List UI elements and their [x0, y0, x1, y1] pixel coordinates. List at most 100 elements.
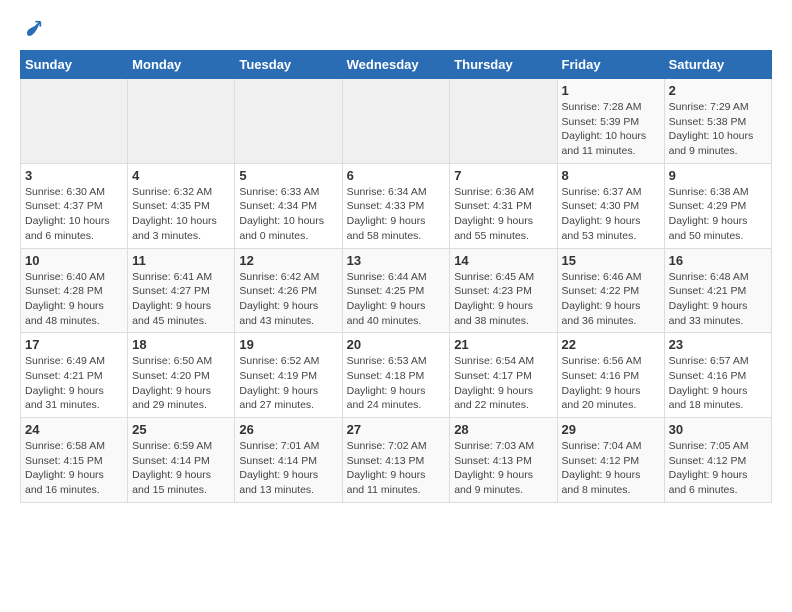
day-number: 13 — [347, 253, 446, 268]
day-info-text: Sunrise: 7:02 AM Sunset: 4:13 PM Dayligh… — [347, 439, 446, 498]
day-info-text: Sunrise: 6:53 AM Sunset: 4:18 PM Dayligh… — [347, 354, 446, 413]
calendar-cell: 22Sunrise: 6:56 AM Sunset: 4:16 PM Dayli… — [557, 333, 664, 418]
day-info-text: Sunrise: 6:38 AM Sunset: 4:29 PM Dayligh… — [669, 185, 767, 244]
day-info-text: Sunrise: 7:03 AM Sunset: 4:13 PM Dayligh… — [454, 439, 552, 498]
calendar-cell: 14 Sunrise: 6:45 AM Sunset: 4:23 PM Dayli… — [450, 248, 557, 333]
calendar-cell: 16 Sunrise: 6:48 AM Sunset: 4:21 PM Dayli… — [664, 248, 771, 333]
day-info-text: Sunrise: 6:33 AM Sunset: 4:34 PM Dayligh… — [239, 185, 337, 244]
day-number: 1 — [562, 83, 660, 98]
calendar-cell: 25 Sunrise: 6:59 AM Sunset: 4:14 PM Dayli… — [128, 418, 235, 503]
day-info-text: Sunrise: 6:30 AM Sunset: 4:37 PM Dayligh… — [25, 185, 123, 244]
calendar-cell — [128, 79, 235, 164]
day-number: 28 — [454, 422, 552, 437]
calendar-header-friday: Friday — [557, 51, 664, 79]
calendar-cell: 2 Sunrise: 7:29 AM Sunset: 5:38 PM Daylig… — [664, 79, 771, 164]
day-number: 15 — [562, 253, 660, 268]
day-number: 4 — [132, 168, 230, 183]
calendar-header-thursday: Thursday — [450, 51, 557, 79]
day-number: 11 — [132, 253, 230, 268]
day-info-text: Sunrise: 6:46 AM Sunset: 4:22 PM Dayligh… — [562, 270, 660, 329]
calendar-cell: 7 Sunrise: 6:36 AM Sunset: 4:31 PM Daylig… — [450, 163, 557, 248]
calendar-cell: 13 Sunrise: 6:44 AM Sunset: 4:25 PM Dayli… — [342, 248, 450, 333]
day-info-text: Sunrise: 6:37 AM Sunset: 4:30 PM Dayligh… — [562, 185, 660, 244]
calendar-body: 1Sunrise: 7:28 AM Sunset: 5:39 PM Daylig… — [21, 79, 772, 503]
calendar-cell: 19 Sunrise: 6:52 AM Sunset: 4:19 PM Dayli… — [235, 333, 342, 418]
calendar-cell: 11 Sunrise: 6:41 AM Sunset: 4:27 PM Dayli… — [128, 248, 235, 333]
calendar-cell: 3 Sunrise: 6:30 AM Sunset: 4:37 PM Daylig… — [21, 163, 128, 248]
day-info-text: Sunrise: 6:48 AM Sunset: 4:21 PM Dayligh… — [669, 270, 767, 329]
day-info-text: Sunrise: 6:40 AM Sunset: 4:28 PM Dayligh… — [25, 270, 123, 329]
calendar-header-sunday: Sunday — [21, 51, 128, 79]
calendar-cell: 18 Sunrise: 6:50 AM Sunset: 4:20 PM Dayli… — [128, 333, 235, 418]
calendar-cell: 6Sunrise: 6:34 AM Sunset: 4:33 PM Daylig… — [342, 163, 450, 248]
day-number: 7 — [454, 168, 552, 183]
day-info-text: Sunrise: 6:44 AM Sunset: 4:25 PM Dayligh… — [347, 270, 446, 329]
day-number: 10 — [25, 253, 123, 268]
day-info-text: Sunrise: 6:45 AM Sunset: 4:23 PM Dayligh… — [454, 270, 552, 329]
day-info-text: Sunrise: 6:58 AM Sunset: 4:15 PM Dayligh… — [25, 439, 123, 498]
calendar-cell: 5 Sunrise: 6:33 AM Sunset: 4:34 PM Daylig… — [235, 163, 342, 248]
day-info-text: Sunrise: 6:59 AM Sunset: 4:14 PM Dayligh… — [132, 439, 230, 498]
day-number: 21 — [454, 337, 552, 352]
day-info-text: Sunrise: 7:04 AM Sunset: 4:12 PM Dayligh… — [562, 439, 660, 498]
calendar-cell: 30Sunrise: 7:05 AM Sunset: 4:12 PM Dayli… — [664, 418, 771, 503]
day-number: 20 — [347, 337, 446, 352]
day-number: 24 — [25, 422, 123, 437]
day-number: 17 — [25, 337, 123, 352]
calendar-cell: 17 Sunrise: 6:49 AM Sunset: 4:21 PM Dayli… — [21, 333, 128, 418]
day-info-text: Sunrise: 6:50 AM Sunset: 4:20 PM Dayligh… — [132, 354, 230, 413]
day-info-text: Sunrise: 6:49 AM Sunset: 4:21 PM Dayligh… — [25, 354, 123, 413]
day-number: 18 — [132, 337, 230, 352]
day-number: 19 — [239, 337, 337, 352]
day-info-text: Sunrise: 6:32 AM Sunset: 4:35 PM Dayligh… — [132, 185, 230, 244]
logo — [20, 20, 42, 40]
calendar-cell: 9Sunrise: 6:38 AM Sunset: 4:29 PM Daylig… — [664, 163, 771, 248]
day-number: 8 — [562, 168, 660, 183]
calendar-cell: 23 Sunrise: 6:57 AM Sunset: 4:16 PM Dayli… — [664, 333, 771, 418]
calendar-cell: 1Sunrise: 7:28 AM Sunset: 5:39 PM Daylig… — [557, 79, 664, 164]
calendar-header-tuesday: Tuesday — [235, 51, 342, 79]
day-number: 16 — [669, 253, 767, 268]
day-number: 6 — [347, 168, 446, 183]
calendar-cell: 20 Sunrise: 6:53 AM Sunset: 4:18 PM Dayli… — [342, 333, 450, 418]
day-number: 2 — [669, 83, 767, 98]
calendar-week-row: 3 Sunrise: 6:30 AM Sunset: 4:37 PM Daylig… — [21, 163, 772, 248]
calendar-cell: 28 Sunrise: 7:03 AM Sunset: 4:13 PM Dayli… — [450, 418, 557, 503]
page-header — [20, 20, 772, 40]
logo-bird-icon — [22, 20, 42, 40]
day-info-text: Sunrise: 7:29 AM Sunset: 5:38 PM Dayligh… — [669, 100, 767, 159]
calendar-header-monday: Monday — [128, 51, 235, 79]
day-info-text: Sunrise: 6:41 AM Sunset: 4:27 PM Dayligh… — [132, 270, 230, 329]
day-number: 25 — [132, 422, 230, 437]
calendar-header-wednesday: Wednesday — [342, 51, 450, 79]
day-info-text: Sunrise: 7:05 AM Sunset: 4:12 PM Dayligh… — [669, 439, 767, 498]
calendar-cell: 26 Sunrise: 7:01 AM Sunset: 4:14 PM Dayli… — [235, 418, 342, 503]
day-info-text: Sunrise: 6:36 AM Sunset: 4:31 PM Dayligh… — [454, 185, 552, 244]
day-info-text: Sunrise: 7:01 AM Sunset: 4:14 PM Dayligh… — [239, 439, 337, 498]
calendar-table: SundayMondayTuesdayWednesdayThursdayFrid… — [20, 50, 772, 503]
day-info-text: Sunrise: 6:52 AM Sunset: 4:19 PM Dayligh… — [239, 354, 337, 413]
calendar-cell — [342, 79, 450, 164]
calendar-cell — [235, 79, 342, 164]
day-number: 3 — [25, 168, 123, 183]
calendar-cell: 24 Sunrise: 6:58 AM Sunset: 4:15 PM Dayli… — [21, 418, 128, 503]
day-info-text: Sunrise: 6:54 AM Sunset: 4:17 PM Dayligh… — [454, 354, 552, 413]
day-number: 27 — [347, 422, 446, 437]
day-number: 26 — [239, 422, 337, 437]
calendar-week-row: 1Sunrise: 7:28 AM Sunset: 5:39 PM Daylig… — [21, 79, 772, 164]
calendar-header-row: SundayMondayTuesdayWednesdayThursdayFrid… — [21, 51, 772, 79]
day-info-text: Sunrise: 6:57 AM Sunset: 4:16 PM Dayligh… — [669, 354, 767, 413]
day-number: 14 — [454, 253, 552, 268]
calendar-cell: 8 Sunrise: 6:37 AM Sunset: 4:30 PM Daylig… — [557, 163, 664, 248]
calendar-week-row: 17 Sunrise: 6:49 AM Sunset: 4:21 PM Dayli… — [21, 333, 772, 418]
day-number: 29 — [562, 422, 660, 437]
day-number: 22 — [562, 337, 660, 352]
calendar-cell: 29 Sunrise: 7:04 AM Sunset: 4:12 PM Dayli… — [557, 418, 664, 503]
calendar-week-row: 10 Sunrise: 6:40 AM Sunset: 4:28 PM Dayli… — [21, 248, 772, 333]
calendar-week-row: 24 Sunrise: 6:58 AM Sunset: 4:15 PM Dayli… — [21, 418, 772, 503]
day-number: 12 — [239, 253, 337, 268]
day-number: 5 — [239, 168, 337, 183]
calendar-cell — [450, 79, 557, 164]
calendar-cell: 10 Sunrise: 6:40 AM Sunset: 4:28 PM Dayli… — [21, 248, 128, 333]
day-number: 23 — [669, 337, 767, 352]
